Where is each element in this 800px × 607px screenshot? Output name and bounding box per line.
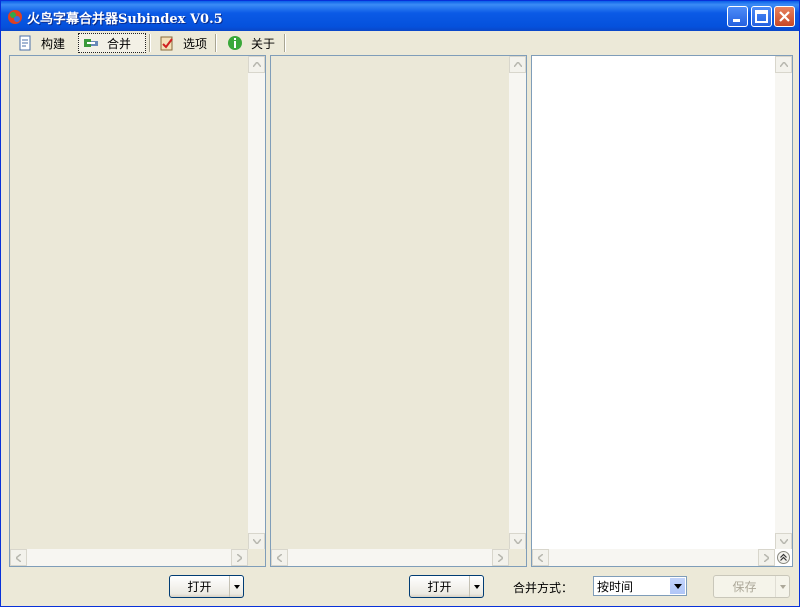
info-icon [228,36,242,50]
scroll-down-button[interactable] [775,533,792,550]
tab-options-label: 选项 [183,36,208,51]
scroll-down-button[interactable] [248,533,265,550]
arrow-right-icon [237,553,242,562]
left-vertical-scrollbar[interactable] [248,56,265,550]
left-horizontal-scrollbar[interactable] [10,549,248,566]
scroll-down-button[interactable] [509,533,526,550]
open-middle-dropdown[interactable] [469,576,483,597]
chevron-down-icon[interactable] [669,577,686,595]
open-middle-button[interactable]: 打开 [409,575,484,598]
window-title: 火鸟字幕合并器Subindex V0.5 [27,12,223,27]
maximize-icon [755,10,768,23]
minimize-icon [733,19,740,22]
middle-subtitle-panel[interactable] [270,55,527,567]
arrow-down-icon [252,539,261,544]
tab-about-label: 关于 [251,36,276,51]
save-button[interactable]: 保存 [713,575,790,598]
title-bar[interactable]: 火鸟字幕合并器Subindex V0.5 [1,1,799,31]
save-dropdown[interactable] [775,576,789,597]
tab-merge-label: 合并 [107,36,132,51]
merge-icon [84,39,98,47]
collapse-toggle-button[interactable] [775,549,792,566]
left-subtitle-panel[interactable] [9,55,266,567]
dropdown-arrow-icon [779,584,786,589]
arrow-left-icon [16,553,21,562]
app-icon [8,10,22,24]
toolbar-separator [284,34,286,52]
scroll-up-button[interactable] [775,56,792,73]
open-middle-label: 打开 [427,580,452,594]
scroll-up-button[interactable] [509,56,526,73]
double-chevron-up-icon [777,551,790,564]
arrow-left-icon [277,553,282,562]
arrow-right-icon [498,553,503,562]
open-left-label: 打开 [187,580,212,594]
dropdown-arrow-icon [233,584,240,589]
toolbar: 构建 合并 选项 关于 [1,31,799,55]
tab-build-label: 构建 [41,36,66,51]
arrow-down-icon [513,539,522,544]
tab-build[interactable]: 构建 [13,33,73,53]
clipboard-check-icon [160,36,173,51]
toolbar-separator [215,34,217,52]
minimize-button[interactable] [727,6,748,27]
arrow-up-icon [513,62,522,67]
maximize-button[interactable] [751,6,772,27]
middle-vertical-scrollbar[interactable] [509,56,526,550]
app-window: 火鸟字幕合并器Subindex V0.5 构建 合并 选项 关于 打开 打开 合… [0,0,800,607]
right-horizontal-scrollbar[interactable] [532,549,775,566]
document-icon [19,35,31,51]
merge-mode-select[interactable]: 按时间 [593,576,687,596]
arrow-up-icon [779,62,788,67]
middle-horizontal-scrollbar[interactable] [271,549,509,566]
dropdown-arrow-icon [473,584,480,589]
scroll-up-button[interactable] [248,56,265,73]
arrow-down-icon [779,539,788,544]
scroll-right-button[interactable] [231,549,248,566]
scroll-left-button[interactable] [10,549,27,566]
tab-options[interactable]: 选项 [155,33,213,53]
close-icon [779,11,790,22]
merge-mode-value: 按时间 [597,579,634,594]
scroll-right-button[interactable] [492,549,509,566]
scroll-left-button[interactable] [532,549,549,566]
scroll-right-button[interactable] [758,549,775,566]
tab-about[interactable]: 关于 [223,33,281,53]
close-button[interactable] [774,6,795,27]
arrow-up-icon [252,62,261,67]
scroll-corner [509,549,526,566]
save-label: 保存 [732,580,757,594]
tab-merge[interactable]: 合并 [78,33,146,53]
merge-mode-label: 合并方式： [513,581,574,595]
arrow-left-icon [538,553,543,562]
scroll-left-button[interactable] [271,549,288,566]
right-vertical-scrollbar[interactable] [775,56,792,550]
open-left-button[interactable]: 打开 [169,575,244,598]
toolbar-separator [149,34,151,52]
merged-output-panel[interactable] [531,55,793,567]
arrow-right-icon [764,553,769,562]
open-left-dropdown[interactable] [229,576,243,597]
scroll-corner [248,549,265,566]
